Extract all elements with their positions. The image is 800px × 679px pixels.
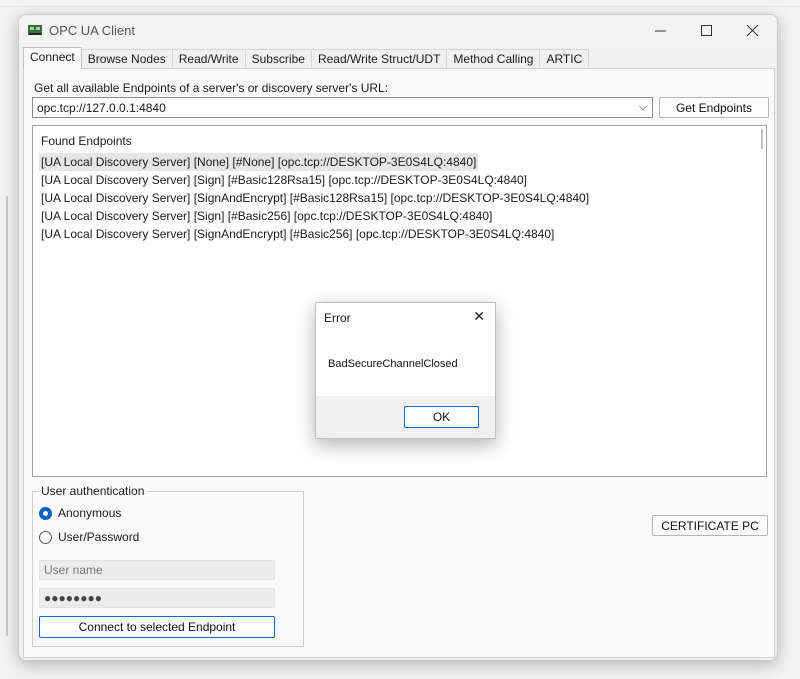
tab-connect[interactable]: Connect bbox=[23, 47, 82, 69]
dialog-title: Error bbox=[324, 311, 351, 325]
error-dialog: Error ✕ BadSecureChannelClosed OK bbox=[315, 302, 496, 439]
close-icon[interactable]: ✕ bbox=[473, 308, 485, 325]
dialog-footer: OK bbox=[316, 396, 495, 438]
ok-button[interactable]: OK bbox=[404, 406, 479, 428]
modal-layer: Error ✕ BadSecureChannelClosed OK bbox=[0, 0, 800, 679]
dialog-message: BadSecureChannelClosed bbox=[328, 358, 458, 370]
